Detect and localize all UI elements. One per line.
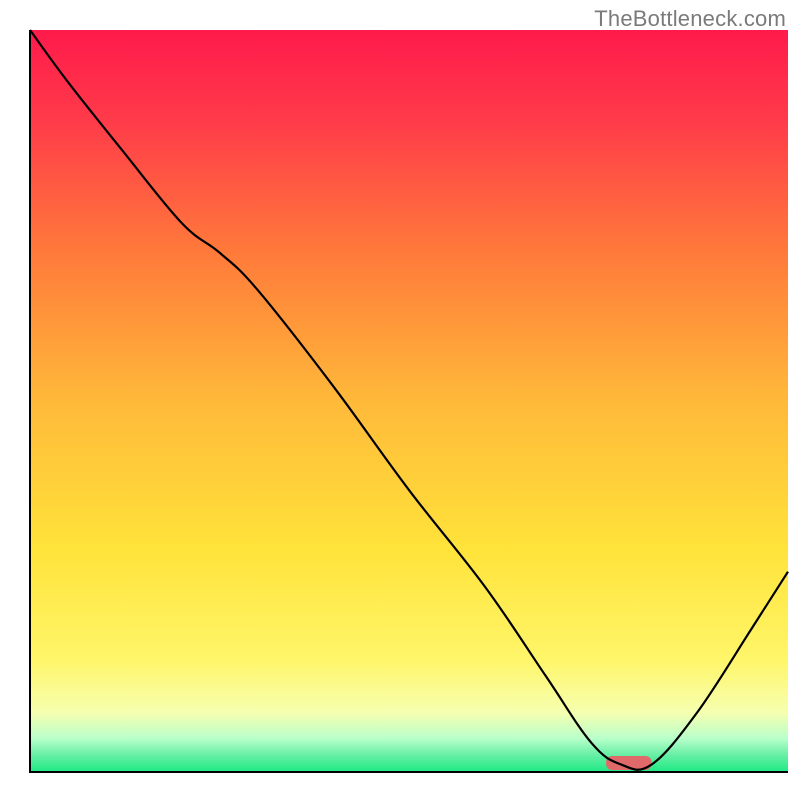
chart-container: TheBottleneck.com (0, 0, 800, 800)
bottleneck-chart (0, 0, 800, 800)
chart-background (30, 30, 788, 772)
watermark-text: TheBottleneck.com (594, 6, 786, 32)
